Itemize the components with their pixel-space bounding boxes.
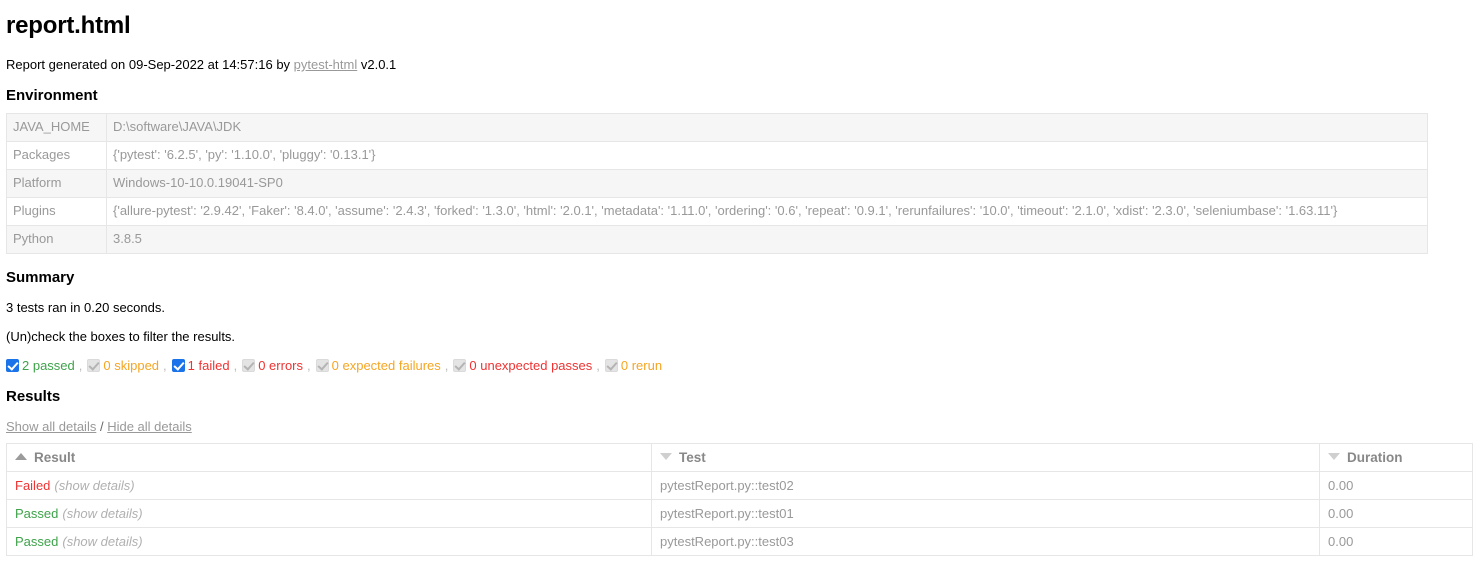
sort-descending-icon — [660, 453, 672, 460]
environment-key: Platform — [6, 169, 107, 198]
summary-heading: Summary — [6, 269, 75, 286]
checkbox-unexpected-passes[interactable] — [453, 359, 467, 372]
column-header-test-label: Test — [679, 450, 706, 465]
table-row: Failed (show details) pytestReport.py::te… — [6, 471, 1473, 500]
filter-skipped[interactable]: 0 skipped — [87, 358, 159, 373]
filter-label-skipped: 0 skipped — [103, 358, 160, 373]
results-heading: Results — [6, 388, 61, 405]
test-cell: pytestReport.py::test03 — [651, 527, 1320, 556]
environment-heading: Environment — [6, 87, 98, 104]
table-row: JAVA_HOME D:\software\JAVA\JDK — [6, 113, 1428, 142]
filter-separator: , — [596, 358, 600, 373]
checkbox-failed[interactable] — [171, 359, 185, 372]
column-header-result[interactable]: Result — [6, 443, 652, 472]
checkbox-skipped[interactable] — [87, 359, 101, 372]
environment-value: {'pytest': '6.2.5', 'py': '1.10.0', 'plu… — [106, 141, 1428, 170]
result-status: Passed — [15, 506, 59, 521]
results-table-body: Failed (show details) pytestReport.py::te… — [6, 471, 1473, 556]
page-title: report.html — [6, 12, 131, 39]
duration-cell: 0.00 — [1319, 499, 1473, 528]
filter-label-expected-failures: 0 expected failures — [331, 358, 441, 373]
result-cell: Passed (show details) — [6, 527, 652, 556]
column-header-duration[interactable]: Duration — [1319, 443, 1473, 472]
filter-separator: , — [78, 358, 83, 373]
environment-value: 3.8.5 — [106, 225, 1428, 254]
result-cell: Passed (show details) — [6, 499, 652, 528]
test-cell: pytestReport.py::test02 — [651, 471, 1320, 500]
filter-label-unexpected-passes: 0 unexpected passes — [469, 358, 593, 373]
filter-label-failed: 1 failed — [187, 358, 230, 373]
show-all-details-link[interactable]: Show all details — [6, 419, 96, 434]
filter-rerun[interactable]: 0 rerun — [604, 358, 663, 373]
environment-key: JAVA_HOME — [6, 113, 107, 142]
result-cell: Failed (show details) — [6, 471, 652, 500]
column-header-duration-label: Duration — [1347, 450, 1403, 465]
duration-cell: 0.00 — [1319, 471, 1473, 500]
table-row: Python 3.8.5 — [6, 225, 1428, 254]
show-details-link[interactable]: (show details) — [62, 506, 142, 521]
pytest-html-link[interactable]: pytest-html — [294, 57, 358, 72]
filter-separator: , — [307, 358, 311, 373]
result-status: Failed — [15, 478, 51, 493]
filter-label-rerun: 0 rerun — [620, 358, 663, 373]
details-toggle-row: Show all details / Hide all details — [6, 419, 1470, 434]
details-separator: / — [99, 419, 104, 434]
table-row: Packages {'pytest': '6.2.5', 'py': '1.10… — [6, 141, 1428, 170]
results-header-row: Result Test Duration — [6, 443, 1473, 472]
filter-separator: , — [163, 358, 167, 373]
environment-value: D:\software\JAVA\JDK — [106, 113, 1428, 142]
hide-all-details-link[interactable]: Hide all details — [107, 419, 192, 434]
checkbox-errors[interactable] — [242, 359, 256, 372]
environment-value: {'allure-pytest': '2.9.42', 'Faker': '8.… — [106, 197, 1428, 226]
environment-table-body: JAVA_HOME D:\software\JAVA\JDK Packages … — [6, 113, 1428, 254]
environment-key: Python — [6, 225, 107, 254]
table-row: Passed (show details) pytestReport.py::te… — [6, 527, 1473, 556]
environment-key: Packages — [6, 141, 107, 170]
sort-ascending-icon — [15, 453, 27, 460]
filter-label-errors: 0 errors — [258, 358, 304, 373]
test-cell: pytestReport.py::test01 — [651, 499, 1320, 528]
checkbox-passed[interactable] — [6, 359, 19, 372]
result-status: Passed — [15, 534, 59, 549]
show-details-link[interactable]: (show details) — [54, 478, 134, 493]
filter-separator: , — [444, 358, 449, 373]
result-filters: 2 passed , 0 skipped , 1 failed , 0 erro… — [6, 358, 1470, 373]
environment-value: Windows-10-10.0.19041-SP0 — [106, 169, 1428, 198]
filter-hint: (Un)check the boxes to filter the result… — [6, 329, 236, 344]
checkbox-rerun[interactable] — [604, 359, 618, 372]
filter-label-passed: 2 passed — [22, 358, 75, 373]
filter-separator: , — [233, 358, 238, 373]
filter-failed[interactable]: 1 failed — [171, 358, 230, 373]
filter-unexpected-passes[interactable]: 0 unexpected passes — [453, 358, 592, 373]
table-row: Passed (show details) pytestReport.py::te… — [6, 499, 1473, 528]
table-row: Plugins {'allure-pytest': '2.9.42', 'Fak… — [6, 197, 1428, 226]
environment-table: JAVA_HOME D:\software\JAVA\JDK Packages … — [6, 113, 1428, 254]
tests-run-line: 3 tests ran in 0.20 seconds. — [6, 300, 165, 315]
sort-descending-icon — [1328, 453, 1340, 460]
checkbox-expected-failures[interactable] — [315, 359, 329, 372]
column-header-result-label: Result — [34, 450, 76, 465]
column-header-test[interactable]: Test — [651, 443, 1320, 472]
generator-version: v2.0.1 — [357, 57, 397, 72]
results-table: Result Test Duration Failed (show details… — [6, 443, 1473, 556]
filter-errors[interactable]: 0 errors — [242, 358, 303, 373]
report-page: report.html Report generated on 09-Sep-2… — [0, 0, 1478, 556]
generated-prefix: Report generated on 09-Sep-2022 at 14:57… — [6, 57, 294, 72]
filter-expected-failures[interactable]: 0 expected failures — [315, 358, 441, 373]
duration-cell: 0.00 — [1319, 527, 1473, 556]
filter-passed[interactable]: 2 passed — [6, 358, 75, 373]
show-details-link[interactable]: (show details) — [62, 534, 142, 549]
table-row: Platform Windows-10-10.0.19041-SP0 — [6, 169, 1428, 198]
generated-line: Report generated on 09-Sep-2022 at 14:57… — [6, 57, 1470, 72]
results-table-head: Result Test Duration — [6, 443, 1473, 472]
environment-key: Plugins — [6, 197, 107, 226]
